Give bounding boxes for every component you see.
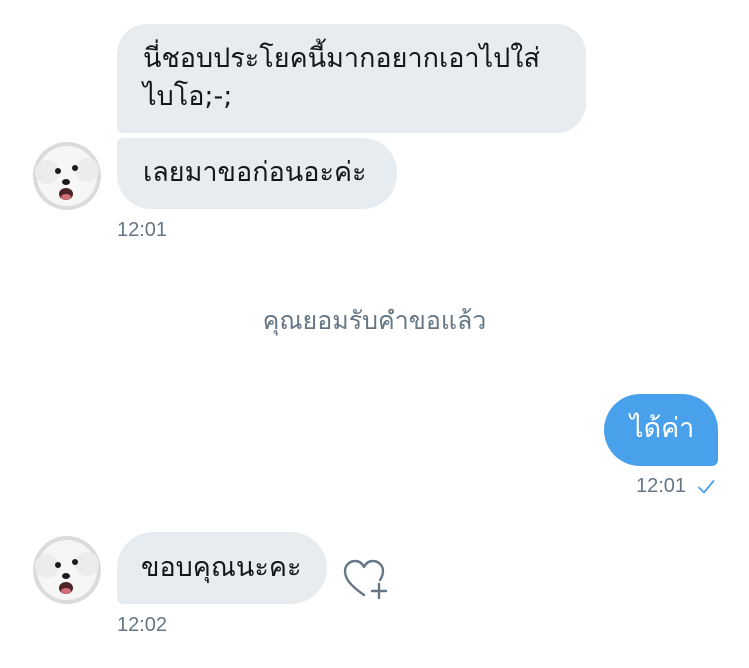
message-text-line: นี่ชอบประโยคนี้มากอยากเอาไปใส่ xyxy=(143,43,540,74)
avatar[interactable] xyxy=(33,536,101,604)
message-bubble-incoming[interactable]: นี่ชอบประโยคนี้มากอยากเอาไปใส่ ไบโอ;-; xyxy=(117,24,586,133)
message-text: เลยมาขอก่อนอะค่ะ xyxy=(143,157,367,188)
message-timestamp: 12:02 xyxy=(117,614,168,636)
message-text: ขอบคุณนะคะ xyxy=(141,552,302,583)
message-bubble-incoming[interactable]: เลยมาขอก่อนอะค่ะ xyxy=(117,138,397,209)
message-timestamp: 12:01 xyxy=(636,475,687,497)
message-bubble-incoming[interactable]: ขอบคุณนะคะ xyxy=(117,532,327,604)
white-dog-avatar-icon xyxy=(33,142,101,210)
avatar[interactable] xyxy=(33,142,101,210)
message-bubble-outgoing[interactable]: ได้ค่า xyxy=(604,394,718,466)
request-accepted-notice: คุณยอมรับคำขอแล้ว xyxy=(262,306,487,335)
message-text-line: ไบโอ;-; xyxy=(143,81,233,112)
heart-plus-icon[interactable] xyxy=(342,558,390,606)
white-dog-avatar-icon xyxy=(33,536,101,604)
check-icon xyxy=(697,479,715,499)
message-text: ได้ค่า xyxy=(630,413,695,444)
message-timestamp: 12:01 xyxy=(117,219,168,241)
